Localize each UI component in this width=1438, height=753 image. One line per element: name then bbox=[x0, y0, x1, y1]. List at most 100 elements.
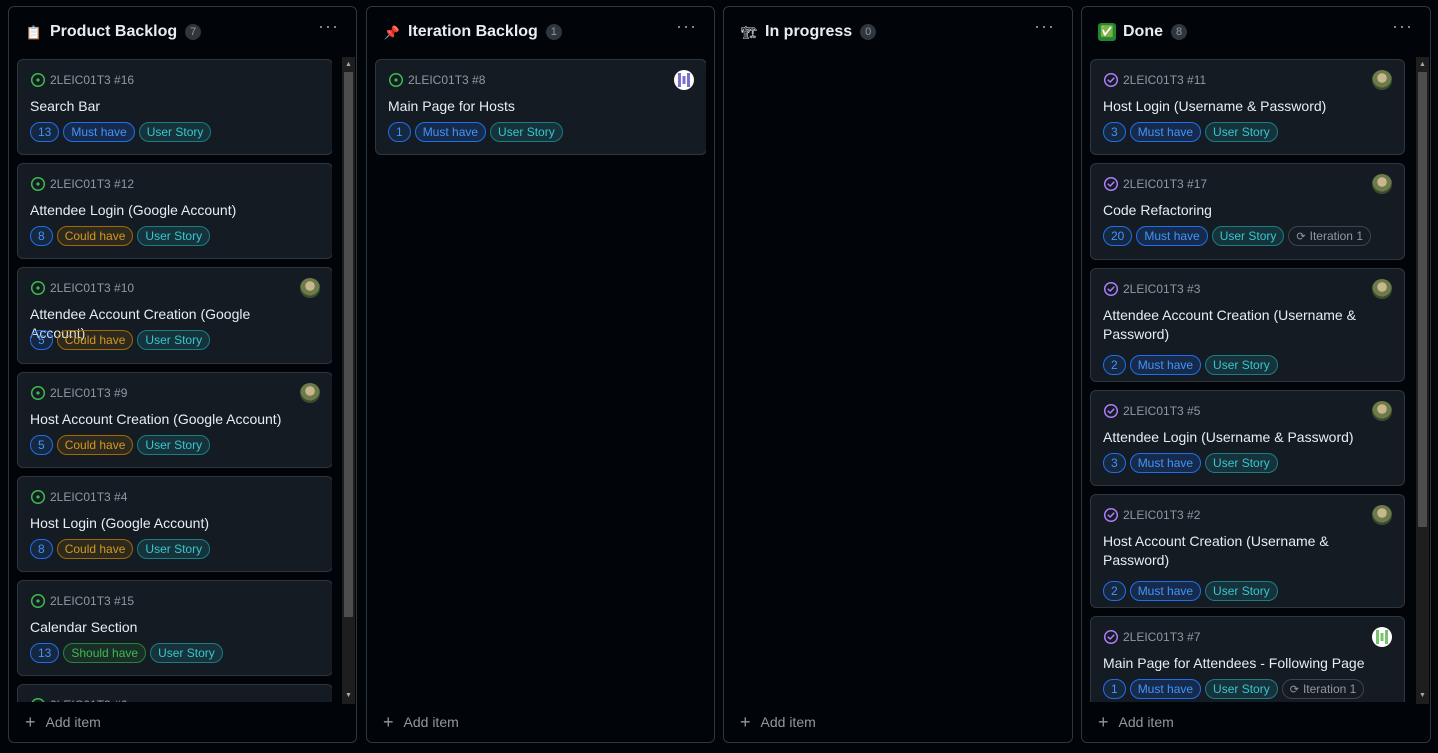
issue-card[interactable]: 2LEIC01T3 #9 Host Account Creation (Googl… bbox=[17, 372, 332, 468]
issue-card[interactable]: 2LEIC01T3 #5 Attendee Login (Username & P… bbox=[1090, 390, 1405, 486]
card-title[interactable]: Code Refactoring bbox=[1103, 201, 1374, 220]
add-item-button[interactable]: + Add item bbox=[25, 713, 101, 731]
card-label[interactable]: Could have bbox=[56, 226, 134, 246]
card-label[interactable]: User Story bbox=[1205, 122, 1278, 142]
card-label[interactable]: User Story bbox=[138, 122, 212, 142]
iteration-label[interactable]: ⟳ Iteration 1 bbox=[1288, 226, 1371, 246]
estimate-label[interactable]: 5 bbox=[30, 330, 53, 350]
assignee-avatar[interactable] bbox=[1372, 627, 1392, 647]
assignee-avatar[interactable] bbox=[1372, 70, 1392, 90]
estimate-label[interactable]: 3 bbox=[1103, 453, 1126, 473]
column-menu-icon[interactable]: ··· bbox=[1392, 17, 1412, 37]
plus-icon: + bbox=[383, 712, 394, 732]
assignee-avatar[interactable] bbox=[674, 70, 694, 90]
estimate-label[interactable]: 2 bbox=[1103, 355, 1126, 375]
estimate-label[interactable]: 8 bbox=[30, 539, 53, 559]
column-menu-icon[interactable]: ··· bbox=[1034, 17, 1054, 37]
issue-closed-icon bbox=[1103, 72, 1119, 88]
card-label[interactable]: Must have bbox=[1129, 453, 1202, 473]
assignee-avatar[interactable] bbox=[300, 278, 320, 298]
card-label[interactable]: Could have bbox=[56, 539, 134, 559]
estimate-label[interactable]: 13 bbox=[30, 643, 60, 663]
estimate-label[interactable]: 8 bbox=[30, 226, 53, 246]
column-menu-icon[interactable]: ··· bbox=[318, 17, 338, 37]
issue-card[interactable]: 2LEIC01T3 #6 bbox=[17, 684, 332, 702]
card-title[interactable]: Main Page for Attendees - Following Page bbox=[1103, 654, 1374, 673]
card-ref-text: 2LEIC01T3 #12 bbox=[50, 177, 135, 191]
scroll-thumb[interactable] bbox=[1418, 72, 1427, 527]
card-title[interactable]: Host Account Creation (Username & Passwo… bbox=[1103, 532, 1374, 570]
card-label[interactable]: User Story bbox=[137, 330, 211, 350]
estimate-label[interactable]: 1 bbox=[388, 122, 411, 142]
estimate-label[interactable]: 20 bbox=[1103, 226, 1133, 246]
card-label[interactable]: Must have bbox=[1129, 581, 1202, 601]
add-item-button[interactable]: + Add item bbox=[740, 713, 816, 731]
card-label[interactable]: User Story bbox=[1205, 355, 1278, 375]
estimate-label[interactable]: 3 bbox=[1103, 122, 1126, 142]
issue-card[interactable]: 2LEIC01T3 #4 Host Login (Google Account) 8… bbox=[17, 476, 332, 572]
iteration-label[interactable]: ⟳ Iteration 1 bbox=[1281, 679, 1365, 699]
card-label[interactable]: User Story bbox=[150, 643, 223, 663]
card-label[interactable]: User Story bbox=[137, 539, 211, 559]
issue-card[interactable]: 2LEIC01T3 #3 Attendee Account Creation (U… bbox=[1090, 268, 1405, 382]
issue-card[interactable]: 2LEIC01T3 #12 Attendee Login (Google Acco… bbox=[17, 163, 332, 259]
assignee-avatar[interactable] bbox=[300, 383, 320, 403]
card-label[interactable]: Must have bbox=[1129, 679, 1202, 699]
issue-card[interactable]: 2LEIC01T3 #8 Main Page for Hosts 1 Must hav… bbox=[375, 59, 706, 155]
assignee-avatar[interactable] bbox=[1372, 505, 1392, 525]
issue-card[interactable]: 2LEIC01T3 #11 Host Login (Username & Pass… bbox=[1090, 59, 1405, 155]
issue-card[interactable]: 2LEIC01T3 #2 Host Account Creation (Usern… bbox=[1090, 494, 1405, 608]
scrollbar[interactable]: ▲ ▼ bbox=[1416, 57, 1429, 704]
scroll-down-arrow-icon[interactable]: ▼ bbox=[342, 690, 355, 702]
card-label[interactable]: Could have bbox=[56, 435, 134, 455]
card-title[interactable]: Attendee Login (Username & Password) bbox=[1103, 428, 1374, 447]
column-count-badge: 0 bbox=[860, 24, 877, 40]
card-label[interactable]: User Story bbox=[1205, 453, 1278, 473]
card-label[interactable]: Must have bbox=[63, 122, 135, 142]
column-menu-icon[interactable]: ··· bbox=[676, 17, 696, 37]
column-title: Done bbox=[1123, 23, 1163, 40]
issue-open-icon bbox=[30, 489, 46, 505]
card-label[interactable]: Must have bbox=[414, 122, 487, 142]
issue-card[interactable]: 2LEIC01T3 #15 Calendar Section 13 Should ha… bbox=[17, 580, 332, 676]
card-title[interactable]: Attendee Login (Google Account) bbox=[30, 201, 302, 220]
card-label[interactable]: Should have bbox=[63, 643, 147, 663]
estimate-label[interactable]: 1 bbox=[1103, 679, 1126, 699]
card-label[interactable]: User Story bbox=[490, 122, 563, 142]
scroll-up-arrow-icon[interactable]: ▲ bbox=[342, 59, 355, 71]
card-title[interactable]: Host Account Creation (Google Account) bbox=[30, 410, 302, 429]
assignee-avatar[interactable] bbox=[1372, 401, 1392, 421]
scrollbar[interactable]: ▲ ▼ bbox=[342, 57, 355, 704]
card-label[interactable]: Must have bbox=[1136, 226, 1208, 246]
issue-card[interactable]: 2LEIC01T3 #7 Main Page for Attendees - Fo… bbox=[1090, 616, 1405, 702]
card-label[interactable]: User Story bbox=[1211, 226, 1285, 246]
card-label[interactable]: Must have bbox=[1129, 122, 1202, 142]
scroll-down-arrow-icon[interactable]: ▼ bbox=[1416, 690, 1429, 702]
card-title[interactable]: Host Login (Username & Password) bbox=[1103, 97, 1374, 116]
card-labels: 2 Must have User Story bbox=[1103, 355, 1278, 375]
card-label[interactable]: Could have bbox=[56, 330, 134, 350]
issue-card[interactable]: 2LEIC01T3 #10 Attendee Account Creation (… bbox=[17, 267, 332, 364]
card-label[interactable]: User Story bbox=[137, 226, 211, 246]
scroll-thumb[interactable] bbox=[344, 72, 353, 617]
assignee-avatar[interactable] bbox=[1372, 279, 1392, 299]
add-item-label: Add item bbox=[760, 714, 816, 730]
card-title[interactable]: Search Bar bbox=[30, 97, 302, 116]
card-title[interactable]: Attendee Account Creation (Username & Pa… bbox=[1103, 306, 1374, 344]
issue-card[interactable]: 2LEIC01T3 #17 Code Refactoring 20 Must have… bbox=[1090, 163, 1405, 260]
estimate-label[interactable]: 2 bbox=[1103, 581, 1126, 601]
estimate-label[interactable]: 5 bbox=[30, 435, 53, 455]
add-item-button[interactable]: + Add item bbox=[383, 712, 459, 732]
issue-card[interactable]: 2LEIC01T3 #16 Search Bar 13 Must have User S… bbox=[17, 59, 332, 155]
card-label[interactable]: User Story bbox=[1205, 581, 1278, 601]
assignee-avatar[interactable] bbox=[1372, 174, 1392, 194]
card-label[interactable]: Must have bbox=[1129, 355, 1202, 375]
card-label[interactable]: User Story bbox=[137, 435, 211, 455]
estimate-label[interactable]: 13 bbox=[30, 122, 60, 142]
card-title[interactable]: Calendar Section bbox=[30, 618, 302, 637]
card-title[interactable]: Main Page for Hosts bbox=[388, 97, 676, 116]
scroll-up-arrow-icon[interactable]: ▲ bbox=[1416, 59, 1429, 71]
add-item-button[interactable]: + Add item bbox=[1098, 713, 1174, 731]
card-title[interactable]: Host Login (Google Account) bbox=[30, 514, 302, 533]
card-label[interactable]: User Story bbox=[1205, 679, 1278, 699]
